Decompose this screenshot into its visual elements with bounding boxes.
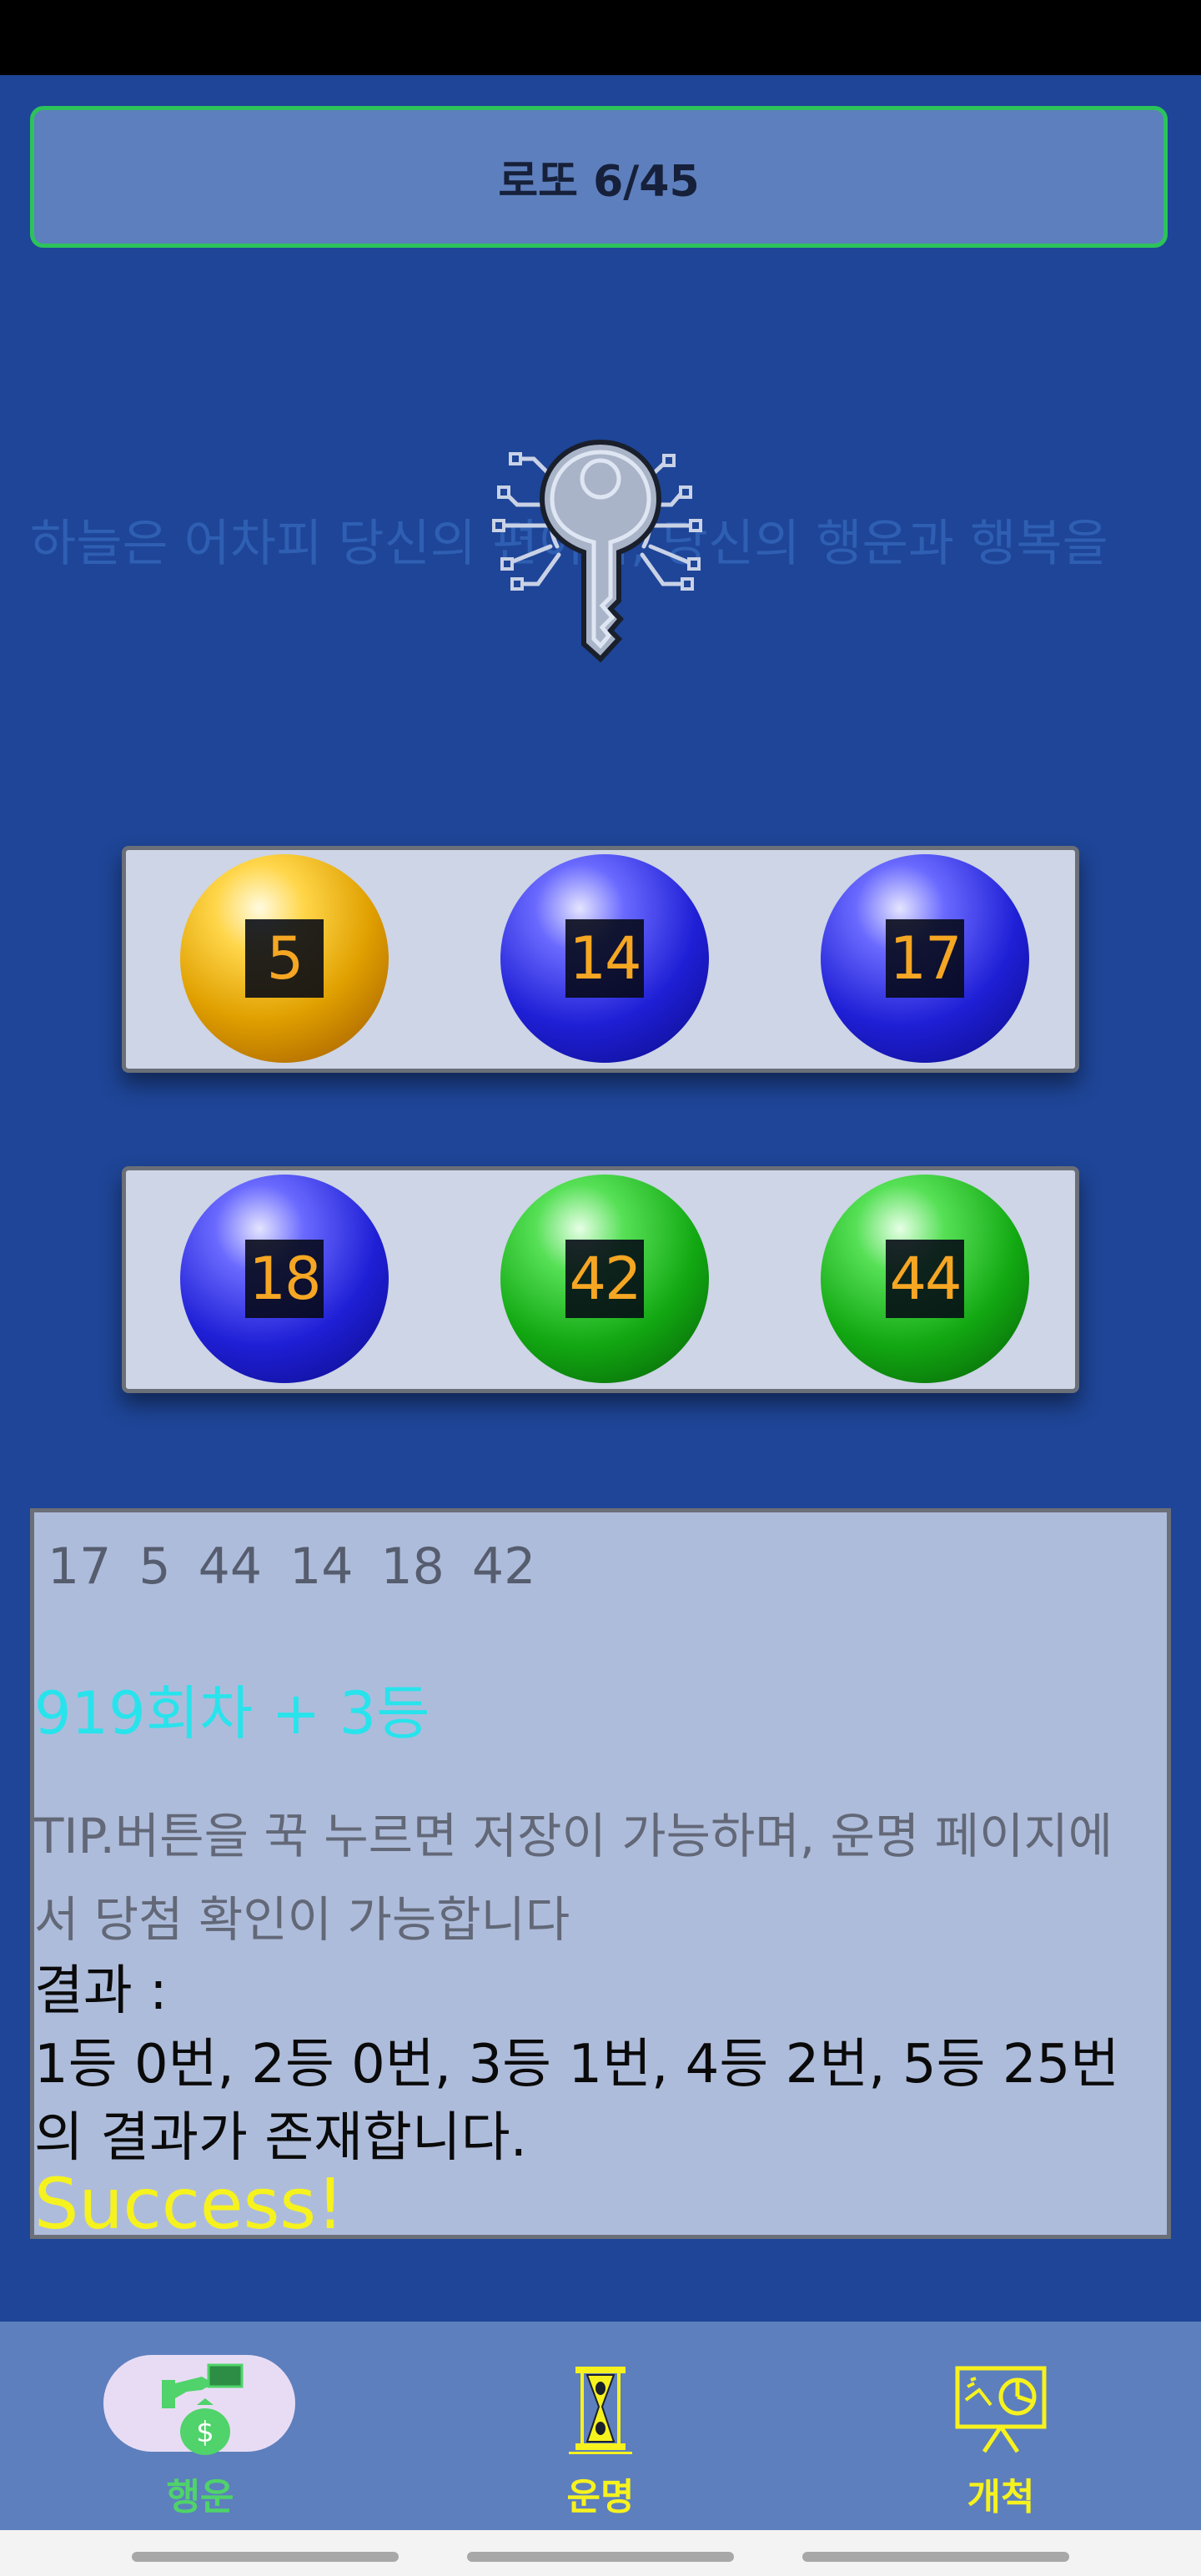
lotto-ball: 5: [180, 854, 389, 1063]
ball-number: 5: [245, 919, 324, 998]
success-text: Success!: [34, 2163, 344, 2245]
circuit-key-icon[interactable]: [467, 409, 734, 676]
result-panel[interactable]: 17 5 44 14 18 42 919회차 + 3등 TIP.버튼을 꾹 누르…: [30, 1508, 1171, 2245]
ball-number: 17: [886, 919, 964, 998]
lotto-ball: 18: [180, 1175, 389, 1383]
svg-text:$: $: [196, 2416, 214, 2449]
hourglass-icon: [569, 2367, 632, 2454]
lotto-ball: 17: [821, 854, 1029, 1063]
nav-item-luck[interactable]: $ 행운: [0, 2322, 400, 2530]
lotto-title-button[interactable]: 로또 6/45: [30, 106, 1168, 248]
money-bag-icon: $: [162, 2363, 244, 2455]
ball-number: 44: [886, 1240, 964, 1318]
bottom-navigation: $ 행운 운명 개척: [0, 2322, 1201, 2530]
draw-rank-text: 919회차 + 3등: [34, 1679, 430, 1748]
gesture-handle: [802, 2552, 1069, 2562]
gesture-handle: [132, 2552, 399, 2562]
result-detail: 1등 0번, 2등 0번, 3등 1번, 4등 2번, 5등 25번의 결과가 …: [34, 2034, 1120, 2169]
ball-number: 14: [565, 919, 644, 998]
lotto-title-label: 로또 6/45: [498, 156, 700, 207]
tip-text: TIP.버튼을 꾹 누르면 저장이 가능하며, 운명 페이지에서 당첨 확인이 …: [34, 1808, 1113, 1948]
status-bar: [0, 0, 1201, 75]
nav-label-luck: 행운: [166, 2476, 234, 2518]
ball-number: 42: [565, 1240, 644, 1318]
result-label: 결과 :: [34, 1960, 168, 2022]
presentation-chart-icon: [955, 2366, 1047, 2453]
system-gesture-bar: [0, 2530, 1201, 2576]
result-summary: 결과 : 1등 0번, 2등 0번, 3등 1번, 4등 2번, 5등 25번의…: [34, 1955, 1152, 2175]
ball-row-2[interactable]: 18 42 44: [122, 1166, 1079, 1393]
lotto-ball: 14: [500, 854, 709, 1063]
nav-item-pioneer[interactable]: 개척: [801, 2322, 1201, 2530]
ball-number: 18: [245, 1240, 324, 1318]
lotto-ball: 42: [500, 1175, 709, 1383]
nav-label-fate: 운명: [566, 2476, 635, 2518]
gesture-handle: [467, 2552, 734, 2562]
lotto-ball: 44: [821, 1175, 1029, 1383]
generated-numbers: 17 5 44 14 18 42: [48, 1537, 536, 1596]
nav-item-fate[interactable]: 운명: [400, 2322, 801, 2530]
ball-row-1[interactable]: 5 14 17: [122, 846, 1079, 1073]
nav-label-pioneer: 개척: [967, 2476, 1035, 2518]
